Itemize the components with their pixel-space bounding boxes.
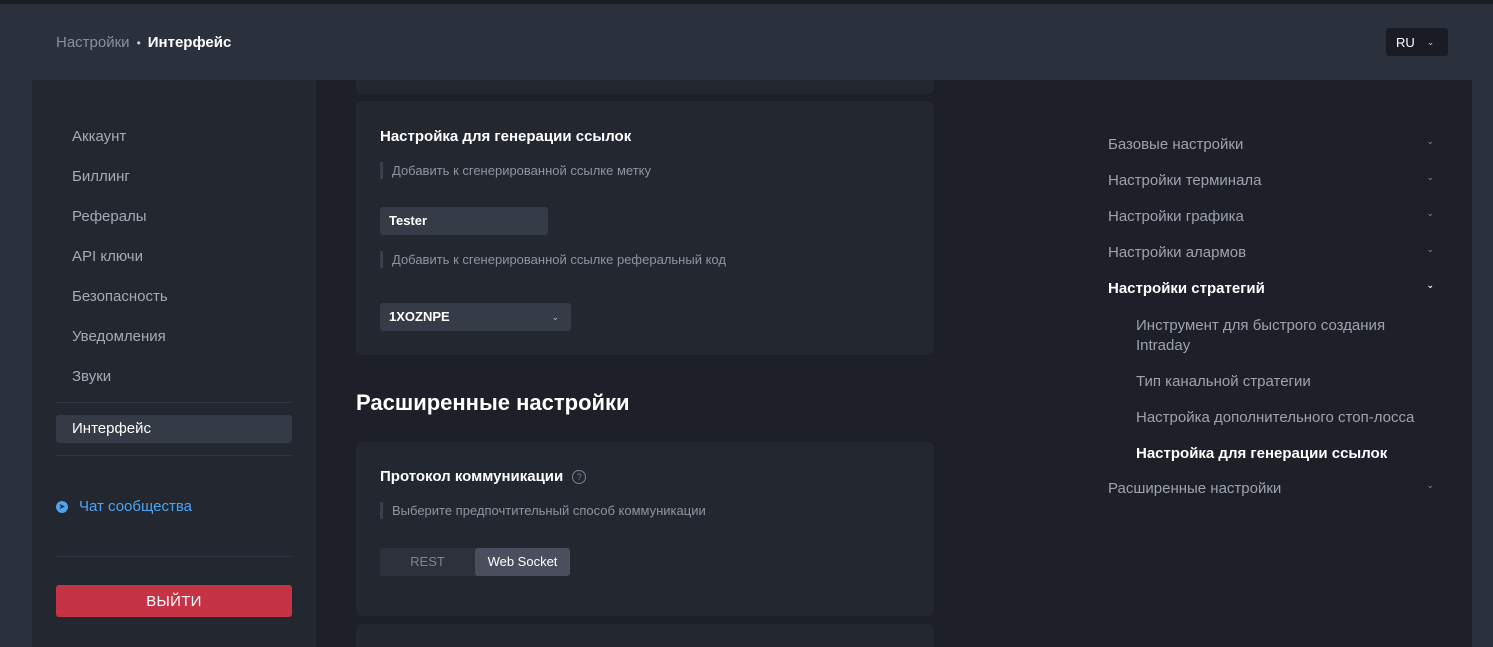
link-generation-card: Настройка для генерации ссылок Добавить … [356, 101, 934, 355]
link-generation-title: Настройка для генерации ссылок [380, 128, 632, 145]
breadcrumb: Настройки • Интерфейс [56, 34, 231, 51]
breadcrumb-parent[interactable]: Настройки [56, 34, 130, 51]
referral-code-value: 1XOZNPE [389, 309, 450, 324]
chevron-down-icon: ⌄ [1426, 36, 1435, 47]
previous-card [356, 80, 934, 94]
toc-item-label: Расширенные настройки [1108, 480, 1282, 497]
chevron-down-icon: ⌄ [1426, 172, 1434, 182]
telegram-icon: ➤ [56, 500, 68, 513]
breadcrumb-separator: • [136, 35, 141, 50]
sidebar-item-interface[interactable]: Интерфейс [56, 415, 292, 443]
toc-subitem-channel[interactable]: Тип канальной стратегии [1136, 372, 1436, 392]
chevron-down-icon: ⌄ [1426, 136, 1434, 146]
toc-subitem-stoploss[interactable]: Настройка дополнительного стоп-лосса [1136, 408, 1436, 428]
language-value: RU [1396, 34, 1415, 50]
protocol-title: Протокол коммуникации [380, 468, 564, 485]
chevron-down-icon: ⌄ [1426, 208, 1434, 218]
next-card [356, 624, 934, 647]
protocol-title-row: Протокол коммуникации? [380, 468, 587, 485]
toc-item-strategies[interactable]: Настройки стратегий ⌄ [1108, 280, 1434, 297]
community-chat-label: Чат сообщества [79, 498, 193, 515]
community-chat-link[interactable]: ➤ Чат сообщества [56, 498, 192, 515]
protocol-hint: Выберите предпочтительный способ коммуни… [380, 502, 706, 519]
language-select[interactable]: RU ⌄ [1386, 28, 1448, 56]
toc-item-label: Настройки терминала [1108, 172, 1262, 189]
sidebar: Аккаунт Биллинг Рефералы API ключи Безоп… [32, 80, 316, 647]
chevron-down-icon: ⌄ [1426, 280, 1434, 290]
sidebar-item-account[interactable]: Аккаунт [72, 128, 126, 145]
sidebar-item-api-keys[interactable]: API ключи [72, 248, 143, 265]
chevron-down-icon: ⌄ [551, 312, 559, 322]
logout-button[interactable]: ВЫЙТИ [56, 585, 292, 617]
sidebar-divider [56, 556, 292, 557]
breadcrumb-current: Интерфейс [147, 34, 232, 51]
referral-hint: Добавить к сгенерированной ссылке рефера… [380, 251, 726, 268]
chevron-down-icon: ⌄ [1426, 480, 1434, 490]
question-circle-icon[interactable]: ? [572, 470, 587, 485]
toc-item-basic[interactable]: Базовые настройки ⌄ [1108, 136, 1434, 153]
chevron-down-icon: ⌄ [1426, 244, 1434, 254]
sidebar-item-security[interactable]: Безопасность [72, 288, 168, 305]
protocol-option-websocket[interactable]: Web Socket [475, 548, 570, 576]
sidebar-divider [56, 402, 292, 403]
toc-item-advanced[interactable]: Расширенные настройки ⌄ [1108, 480, 1434, 497]
sidebar-item-referrals[interactable]: Рефералы [72, 208, 147, 225]
sidebar-item-notifications[interactable]: Уведомления [72, 328, 166, 345]
sidebar-item-sounds[interactable]: Звуки [72, 368, 111, 385]
tag-hint: Добавить к сгенерированной ссылке метку [380, 162, 651, 179]
sidebar-divider [56, 455, 292, 456]
advanced-settings-title: Расширенные настройки [356, 390, 630, 415]
toc-subitem-link-generation[interactable]: Настройка для генерации ссылок [1136, 444, 1436, 464]
protocol-card: Протокол коммуникации? Выберите предпочт… [356, 442, 934, 616]
toc-item-terminal[interactable]: Настройки терминала ⌄ [1108, 172, 1434, 189]
toc-subitem-intraday[interactable]: Инструмент для быстрого создания Intrada… [1136, 316, 1436, 356]
protocol-toggle: REST Web Socket [380, 548, 570, 576]
settings-panel: Аккаунт Биллинг Рефералы API ключи Безоп… [32, 80, 1472, 647]
toc-item-label: Настройки графика [1108, 208, 1244, 225]
page-header: Настройки • Интерфейс RU ⌄ [0, 4, 1493, 80]
sidebar-item-billing[interactable]: Биллинг [72, 168, 130, 185]
toc-item-chart[interactable]: Настройки графика ⌄ [1108, 208, 1434, 225]
tag-input[interactable]: Tester [380, 207, 548, 235]
toc-item-label: Настройки алармов [1108, 244, 1247, 261]
toc-item-label: Базовые настройки [1108, 136, 1244, 153]
protocol-option-rest[interactable]: REST [380, 548, 475, 576]
toc-item-alarms[interactable]: Настройки алармов ⌄ [1108, 244, 1434, 261]
toc-item-label: Настройки стратегий [1108, 280, 1265, 297]
referral-code-select[interactable]: 1XOZNPE ⌄ [380, 303, 571, 331]
